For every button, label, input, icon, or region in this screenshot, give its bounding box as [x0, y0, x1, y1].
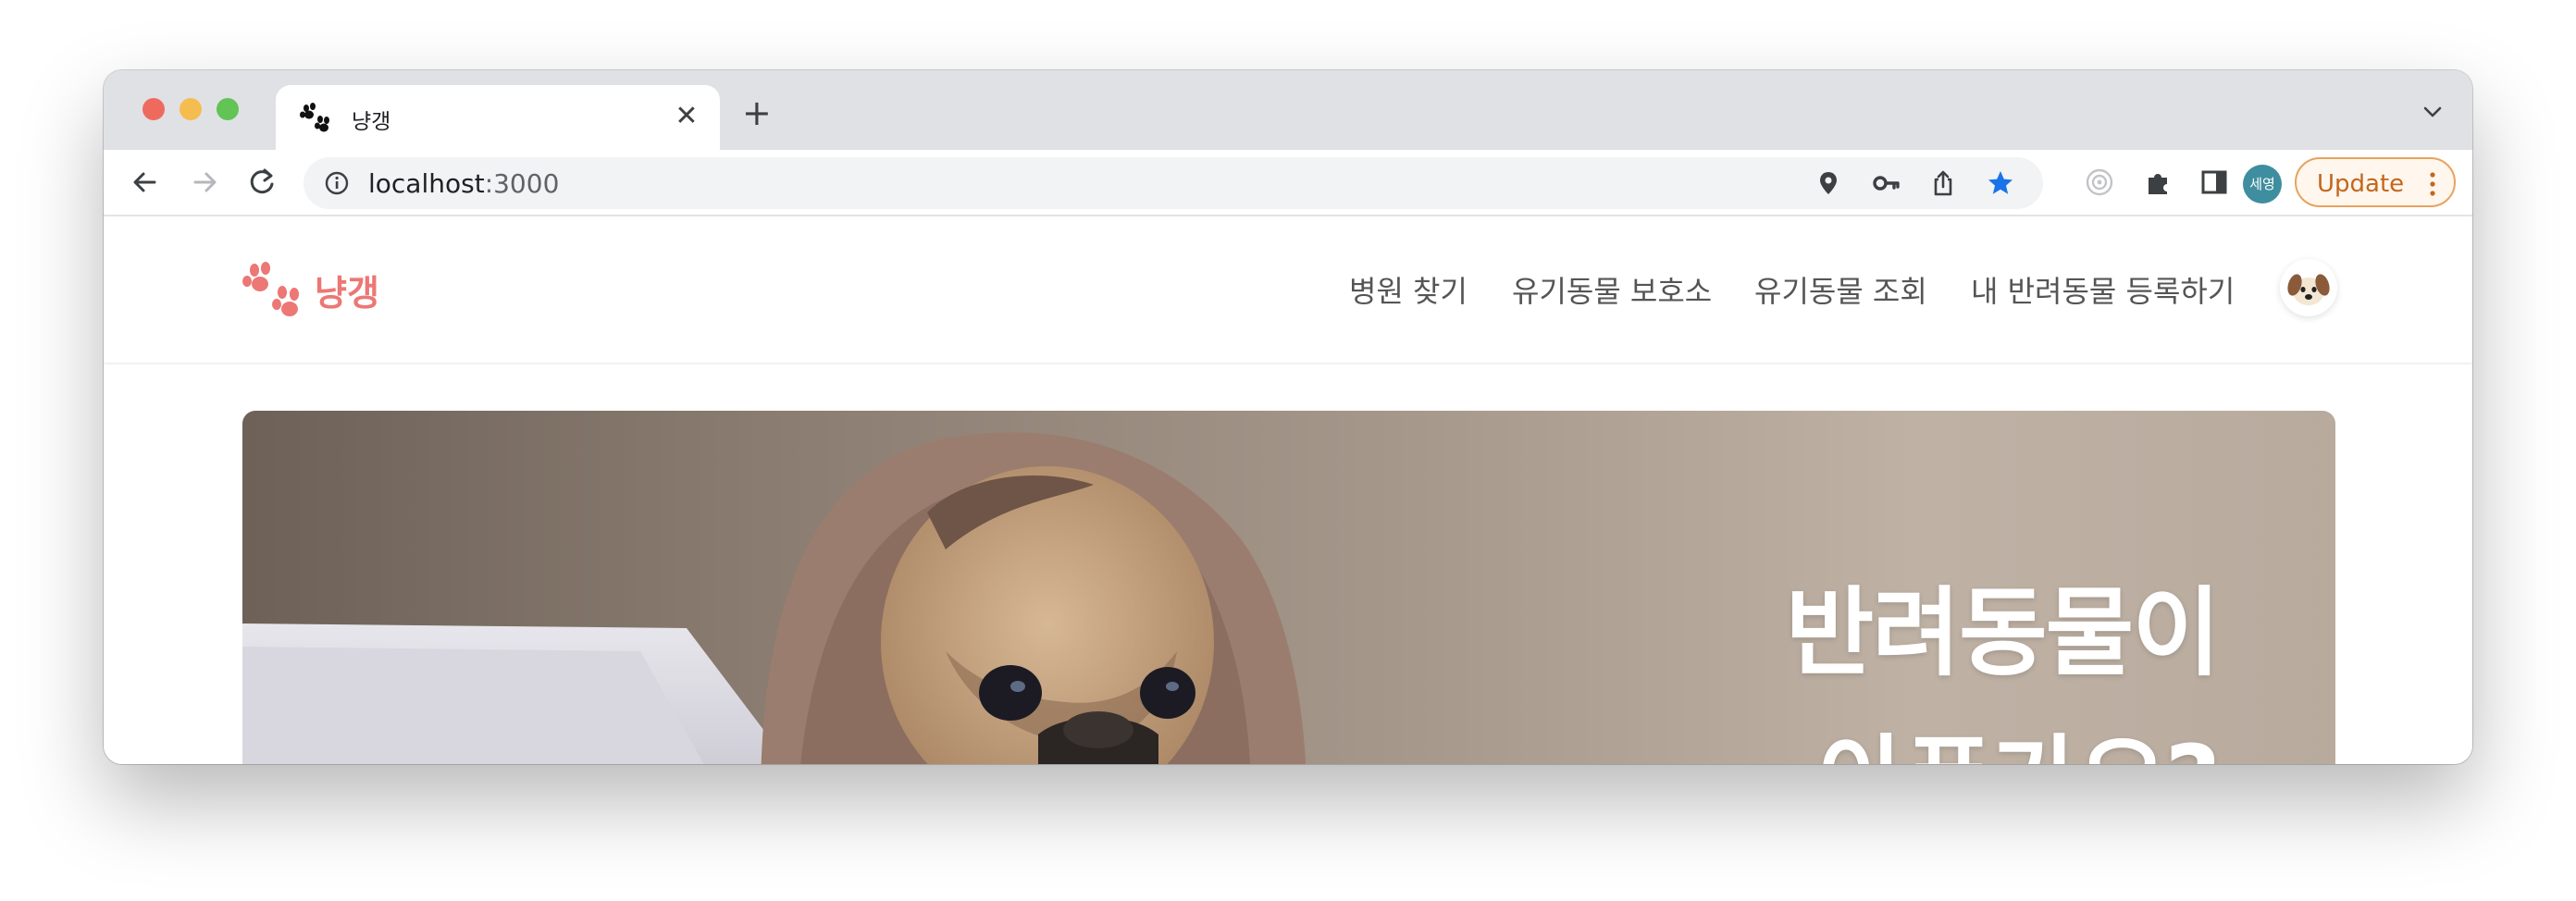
dog-face-icon — [2287, 274, 2330, 305]
url-port: :3000 — [484, 168, 560, 199]
key-icon[interactable] — [1871, 168, 1901, 198]
url-text[interactable]: localhost:3000 — [368, 168, 559, 199]
side-panel-icon[interactable] — [2198, 167, 2230, 198]
hero-title-line-1: 반려동물이 — [1785, 576, 2221, 689]
maximize-window-button[interactable] — [217, 98, 239, 120]
hero-title-line-2: 아픈가요? — [1386, 707, 2221, 764]
extensions-puzzle-icon[interactable] — [2143, 167, 2174, 198]
site-logo-text[interactable]: 냥갱 — [315, 265, 379, 315]
tab-close-button[interactable]: ✕ — [670, 98, 703, 135]
new-tab-button[interactable]: + — [742, 94, 772, 131]
tab-search-chevron-icon[interactable] — [2421, 100, 2445, 124]
minimize-window-button[interactable] — [180, 98, 202, 120]
nav-abandoned-lookup[interactable]: 유기동물 조회 — [1754, 268, 1927, 311]
share-icon[interactable] — [1928, 168, 1958, 198]
url-host: localhost — [368, 168, 485, 199]
extension-circle-icon[interactable] — [2084, 167, 2115, 198]
paw-logo-icon[interactable] — [241, 261, 305, 322]
browser-toolbar: localhost:3000 세영 Update — [104, 150, 2472, 216]
back-arrow-icon[interactable] — [126, 163, 165, 202]
browser-tab-active[interactable]: 냥갱 ✕ — [276, 85, 720, 150]
site-header: 냥갱 병원 찾기 유기동물 보호소 유기동물 조회 내 반려동물 등록하기 — [104, 216, 2472, 364]
address-bar[interactable]: localhost:3000 — [303, 157, 2043, 209]
nav-shelter[interactable]: 유기동물 보호소 — [1512, 268, 1712, 311]
update-label: Update — [2317, 170, 2405, 198]
location-pin-icon[interactable] — [1814, 168, 1843, 198]
bookmark-star-icon[interactable] — [1986, 168, 2015, 198]
nav-register-pet[interactable]: 내 반려동물 등록하기 — [1971, 268, 2235, 311]
forward-arrow-icon[interactable] — [185, 163, 224, 202]
page-viewport: 냥갱 병원 찾기 유기동물 보호소 유기동물 조회 내 반려동물 등록하기 반려… — [104, 216, 2472, 764]
site-info-icon[interactable] — [324, 170, 350, 196]
profile-avatar[interactable]: 세영 — [2243, 165, 2282, 204]
paw-icon — [300, 103, 329, 132]
update-button[interactable]: Update — [2295, 157, 2456, 207]
user-avatar[interactable] — [2280, 259, 2337, 316]
tab-strip: 냥갱 ✕ + — [104, 70, 2472, 150]
nav-find-hospital[interactable]: 병원 찾기 — [1349, 268, 1468, 311]
close-window-button[interactable] — [142, 98, 165, 120]
browser-window: 냥갱 ✕ + localhost:3000 세영 Update 냥갱 병원 찾기… — [104, 70, 2472, 764]
more-options-icon — [2430, 172, 2435, 196]
tab-title: 냥갱 — [352, 110, 391, 134]
hero-title: 반려동물이 아픈가요? — [1386, 559, 2221, 764]
hero-banner: 반려동물이 아픈가요? — [242, 411, 2335, 764]
reload-icon[interactable] — [242, 163, 281, 202]
